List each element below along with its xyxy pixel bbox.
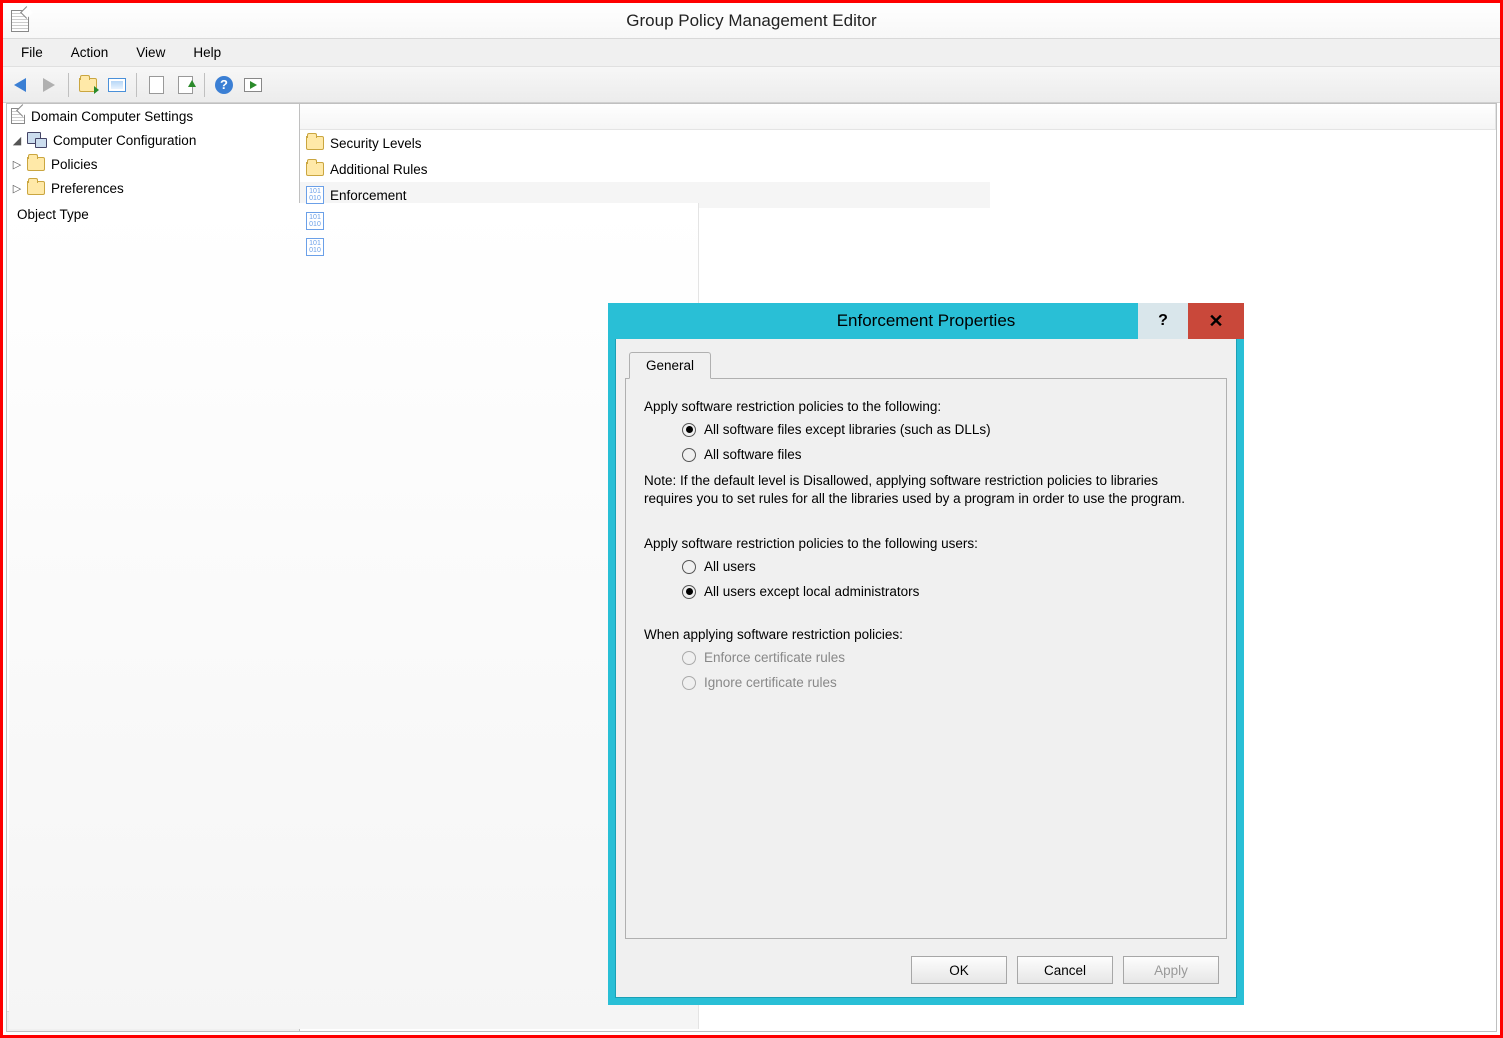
expand-icon[interactable]: ▷: [11, 158, 23, 170]
arrow-right-icon: [43, 78, 55, 92]
radio-icon: [682, 651, 696, 665]
arrow-left-icon: [14, 78, 26, 92]
tab-body-general: Apply software restriction policies to t…: [625, 379, 1227, 939]
radio-enforce-certificate-rules: Enforce certificate rules: [682, 650, 1208, 665]
folder-icon: [27, 181, 45, 195]
dialog-close-button[interactable]: ✕: [1188, 303, 1244, 339]
list-item-label: Additional Rules: [330, 162, 428, 177]
ok-button[interactable]: OK: [911, 956, 1007, 984]
dialog-help-button[interactable]: ?: [1138, 303, 1188, 339]
menu-view[interactable]: View: [122, 41, 179, 64]
policy-icon: 101010: [306, 238, 324, 256]
show-hide-tree-button[interactable]: [104, 72, 130, 98]
policy-icon: 101010: [306, 212, 324, 230]
column-object-type[interactable]: Object Type: [9, 203, 699, 1029]
title-bar: Group Policy Management Editor: [3, 3, 1500, 39]
folder-icon: [306, 136, 324, 150]
radio-icon: [682, 423, 696, 437]
radio-label: All users except local administrators: [704, 584, 919, 599]
radio-label: All software files except libraries (suc…: [704, 422, 991, 437]
toolbar-separator: [136, 73, 137, 97]
run-button[interactable]: [240, 72, 266, 98]
toolbar-separator: [68, 73, 69, 97]
tree-label: Computer Configuration: [51, 133, 196, 148]
export-button[interactable]: [172, 72, 198, 98]
policy-icon: 101010: [306, 186, 324, 204]
tree-label: Policies: [49, 157, 98, 172]
computer-icon: [27, 132, 47, 148]
apply-button: Apply: [1123, 956, 1219, 984]
help-button[interactable]: ?: [211, 72, 237, 98]
tree-label: Domain Computer Settings: [29, 109, 193, 124]
radio-ignore-certificate-rules: Ignore certificate rules: [682, 675, 1208, 690]
radio-label: Enforce certificate rules: [704, 650, 845, 665]
menu-action[interactable]: Action: [57, 41, 123, 64]
play-icon: [244, 78, 262, 92]
list-item-label: Enforcement: [330, 188, 407, 203]
menu-file[interactable]: File: [7, 41, 57, 64]
radio-label: All users: [704, 559, 756, 574]
tab-strip: General: [625, 349, 1227, 379]
properties-button[interactable]: [143, 72, 169, 98]
folder-icon: [306, 162, 324, 176]
radio-icon: [682, 585, 696, 599]
enforcement-properties-dialog: Enforcement Properties ? ✕ General Apply…: [608, 303, 1244, 1005]
export-icon: [178, 76, 193, 94]
radio-all-software-files[interactable]: All software files: [682, 447, 1208, 462]
tree-label: Preferences: [49, 181, 124, 196]
radio-label: Ignore certificate rules: [704, 675, 837, 690]
tree-root[interactable]: Domain Computer Settings: [7, 104, 299, 128]
folder-icon: [27, 157, 45, 171]
panel-icon: [108, 78, 126, 92]
gpo-icon: [11, 108, 25, 124]
tree-comp-preferences[interactable]: ▷ Preferences: [7, 176, 299, 200]
menu-help[interactable]: Help: [179, 41, 235, 64]
help-icon: ?: [215, 76, 233, 94]
section-certificate-label: When applying software restriction polic…: [644, 627, 1208, 642]
tab-general[interactable]: General: [629, 352, 711, 379]
column-spacer: [300, 104, 1496, 129]
radio-all-files-except-libraries[interactable]: All software files except libraries (suc…: [682, 422, 1208, 437]
list-item-label: Security Levels: [330, 136, 422, 151]
properties-icon: [149, 76, 164, 94]
app-icon: [11, 10, 29, 32]
note-text: Note: If the default level is Disallowed…: [644, 472, 1208, 508]
tree-comp-policies[interactable]: ▷ Policies: [7, 152, 299, 176]
radio-icon: [682, 560, 696, 574]
back-button[interactable]: [7, 72, 33, 98]
collapse-icon[interactable]: ◢: [11, 134, 23, 146]
dialog-titlebar[interactable]: Enforcement Properties ? ✕: [608, 303, 1244, 339]
cancel-button[interactable]: Cancel: [1017, 956, 1113, 984]
menu-bar: File Action View Help: [3, 39, 1500, 67]
list-item-additional-rules[interactable]: Additional Rules: [300, 156, 1496, 182]
radio-all-users[interactable]: All users: [682, 559, 1208, 574]
window-title: Group Policy Management Editor: [3, 11, 1500, 31]
list-item-security-levels[interactable]: Security Levels: [300, 130, 1496, 156]
radio-icon: [682, 448, 696, 462]
section-apply-files-label: Apply software restriction policies to t…: [644, 399, 1208, 414]
dialog-buttons: OK Cancel Apply: [911, 956, 1219, 984]
toolbar: ?: [3, 67, 1500, 103]
forward-button[interactable]: [36, 72, 62, 98]
expand-icon[interactable]: ▷: [11, 182, 23, 194]
up-folder-button[interactable]: [75, 72, 101, 98]
section-apply-users-label: Apply software restriction policies to t…: [644, 536, 1208, 551]
radio-icon: [682, 676, 696, 690]
folder-up-icon: [79, 78, 97, 92]
radio-all-users-except-admins[interactable]: All users except local administrators: [682, 584, 1208, 599]
toolbar-separator: [204, 73, 205, 97]
radio-label: All software files: [704, 447, 802, 462]
list-header: Object Type: [300, 104, 1496, 130]
tree-computer-configuration[interactable]: ◢ Computer Configuration: [7, 128, 299, 152]
